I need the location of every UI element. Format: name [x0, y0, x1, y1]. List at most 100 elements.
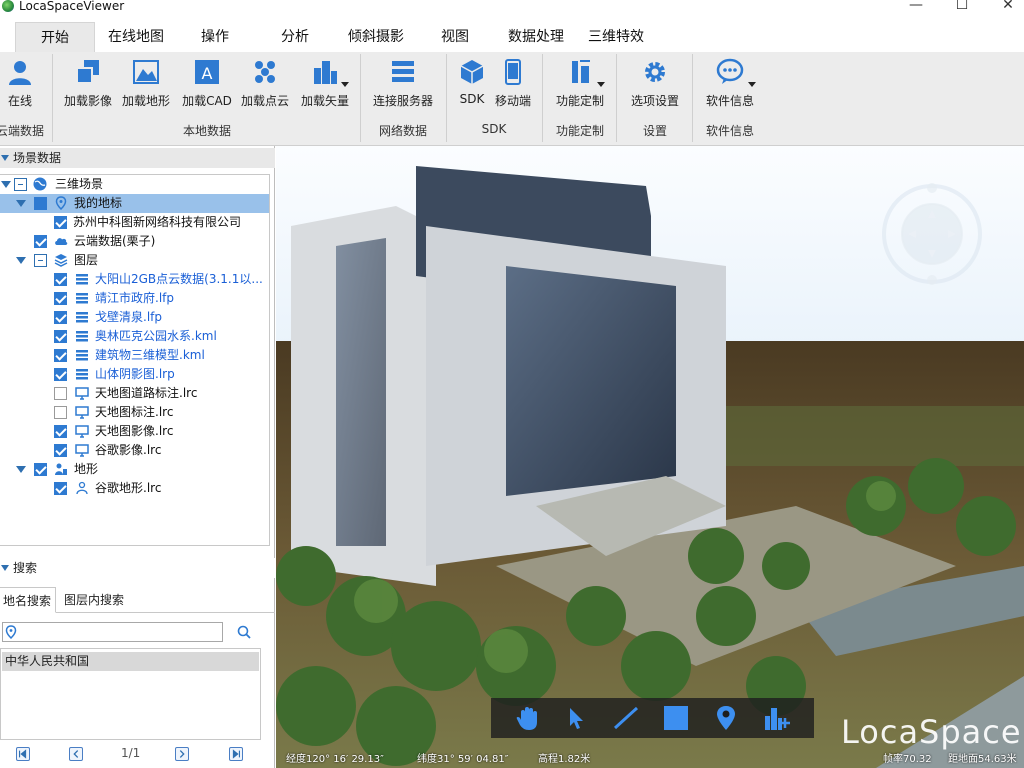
expand-icon[interactable]	[16, 466, 26, 473]
separator	[542, 54, 543, 142]
chevron-down-icon[interactable]	[341, 82, 349, 87]
select-arrow-icon[interactable]	[561, 704, 591, 732]
tab-analysis[interactable]: 分析	[270, 22, 320, 52]
ribbon: 在线 加载影像 加载地形 A 加载CAD 加载点云 加载矢量 本地数据 云端数据…	[0, 52, 1024, 146]
next-page-button[interactable]	[175, 747, 189, 761]
buildings-icon	[314, 61, 337, 84]
tree-item-layers[interactable]: 图层	[0, 251, 269, 270]
search-input[interactable]	[2, 622, 223, 642]
prev-page-button[interactable]	[69, 747, 83, 761]
sdk-button[interactable]: SDK	[454, 56, 490, 112]
tree-item-layer[interactable]: 山体阴影图.lrp	[0, 365, 269, 384]
tab-start[interactable]: 开始	[15, 22, 95, 52]
tree-item-layer[interactable]: 戈壁清泉.lfp	[0, 308, 269, 327]
tree-item-cloud-data[interactable]: 云端数据(栗子)	[0, 232, 269, 251]
tree-item-my-placemarks[interactable]: 我的地标	[0, 194, 269, 213]
tab-view[interactable]: 视图	[430, 22, 480, 52]
mobile-button[interactable]: 移动端	[492, 56, 534, 112]
tree-checkbox[interactable]	[34, 235, 47, 248]
tree-item-terrain-layer[interactable]: 谷歌地形.lrc	[0, 479, 269, 498]
add-model-icon[interactable]	[761, 704, 791, 732]
expand-icon[interactable]	[16, 200, 26, 207]
first-page-button[interactable]	[16, 747, 30, 761]
tree-label: 奥林匹克公园水系.kml	[95, 329, 217, 343]
search-header[interactable]: 搜索	[0, 558, 275, 578]
tree-item-layer[interactable]: 大阳山2GB点云数据(3.1.1以...	[0, 270, 269, 289]
tree-item-layer[interactable]: 天地图道路标注.lrc	[0, 384, 269, 403]
tree-item-3d-scene[interactable]: 三维场景	[0, 175, 269, 194]
navigation-compass[interactable]	[880, 182, 984, 286]
chevron-down-icon[interactable]	[748, 82, 756, 87]
scene-data-header[interactable]: 场景数据	[0, 148, 275, 168]
tree-checkbox[interactable]	[54, 216, 67, 229]
list-icon	[76, 274, 88, 285]
load-pointcloud-button[interactable]: 加载点云	[238, 56, 292, 112]
tree-item-company[interactable]: 苏州中科图新网络科技有限公司	[0, 213, 269, 232]
tree-checkbox[interactable]	[54, 444, 67, 457]
place-marker-icon[interactable]	[711, 704, 741, 732]
tree-item-layer[interactable]: 天地图标注.lrc	[0, 403, 269, 422]
tree-label: 我的地标	[74, 196, 123, 210]
search-title: 搜索	[13, 561, 38, 575]
tree-checkbox[interactable]	[14, 178, 27, 191]
tree-checkbox[interactable]	[54, 368, 67, 381]
tree-item-terrain[interactable]: 地形	[0, 460, 269, 479]
status-longitude: 经度120° 16′ 29.13″	[286, 754, 384, 765]
window-title: LocaSpaceViewer	[19, 0, 125, 13]
tree-checkbox[interactable]	[34, 463, 47, 476]
tree-item-layer[interactable]: 靖江市政府.lfp	[0, 289, 269, 308]
tree-item-layer[interactable]: 奥林匹克公园水系.kml	[0, 327, 269, 346]
tree-checkbox[interactable]	[54, 330, 67, 343]
tab-oblique[interactable]: 倾斜摄影	[340, 22, 412, 52]
3d-viewport[interactable]: LocaSpace 经度120° 16′ 29.13″ 纬度31° 59′ 04…	[276, 146, 1024, 768]
collapse-icon[interactable]	[1, 155, 9, 161]
tab-layer-search[interactable]: 图层内搜索	[60, 587, 128, 613]
result-item[interactable]: 中华人民共和国	[2, 652, 259, 671]
expand-icon[interactable]	[16, 257, 26, 264]
tab-online-map[interactable]: 在线地图	[100, 22, 172, 52]
gear-icon	[645, 62, 665, 82]
tree-checkbox[interactable]	[54, 292, 67, 305]
tree-checkbox[interactable]	[54, 311, 67, 324]
tree-checkbox[interactable]	[34, 197, 47, 210]
first-page-icon	[19, 749, 27, 759]
draw-line-icon[interactable]	[611, 704, 641, 732]
online-button[interactable]: 在线	[2, 56, 38, 112]
tab-operate[interactable]: 操作	[190, 22, 240, 52]
cloud-icon	[55, 238, 68, 245]
tree-checkbox[interactable]	[54, 425, 67, 438]
map-pin-icon	[5, 625, 17, 639]
tree-checkbox[interactable]	[54, 387, 67, 400]
tree-item-layer[interactable]: 建筑物三维模型.kml	[0, 346, 269, 365]
tree-checkbox[interactable]	[54, 349, 67, 362]
svg-text:A: A	[202, 64, 213, 83]
tab-place-search[interactable]: 地名搜索	[0, 587, 57, 613]
last-page-button[interactable]	[229, 747, 243, 761]
tree-checkbox[interactable]	[54, 273, 67, 286]
tree-item-layer[interactable]: 谷歌影像.lrc	[0, 441, 269, 460]
pan-hand-icon[interactable]	[513, 704, 543, 732]
load-cad-label: 加载CAD	[182, 94, 232, 108]
search-icon[interactable]	[237, 625, 251, 639]
list-icon	[76, 369, 88, 380]
load-terrain-button[interactable]: 加载地形	[120, 56, 172, 112]
options-button[interactable]: 选项设置	[626, 56, 684, 112]
collapse-icon[interactable]	[1, 565, 9, 571]
page-indicator: 1/1	[121, 746, 141, 760]
minimize-button[interactable]: —	[893, 0, 939, 14]
close-button[interactable]: ✕	[985, 0, 1024, 14]
tree-checkbox[interactable]	[54, 482, 67, 495]
maximize-button[interactable]: ☐	[939, 0, 985, 14]
tab-data-processing[interactable]: 数据处理	[500, 22, 572, 52]
tab-3d-effects[interactable]: 三维特效	[580, 22, 652, 52]
tree-checkbox[interactable]	[34, 254, 47, 267]
load-cad-button[interactable]: A 加载CAD	[180, 56, 234, 112]
tree-item-layer[interactable]: 天地图影像.lrc	[0, 422, 269, 441]
connect-server-button[interactable]: 连接服务器	[370, 56, 436, 112]
load-image-button[interactable]: 加载影像	[62, 56, 114, 112]
cad-icon: A	[195, 60, 219, 84]
tree-checkbox[interactable]	[54, 406, 67, 419]
draw-rectangle-icon[interactable]	[661, 704, 691, 732]
chevron-down-icon[interactable]	[597, 82, 605, 87]
expand-icon[interactable]	[1, 181, 11, 188]
